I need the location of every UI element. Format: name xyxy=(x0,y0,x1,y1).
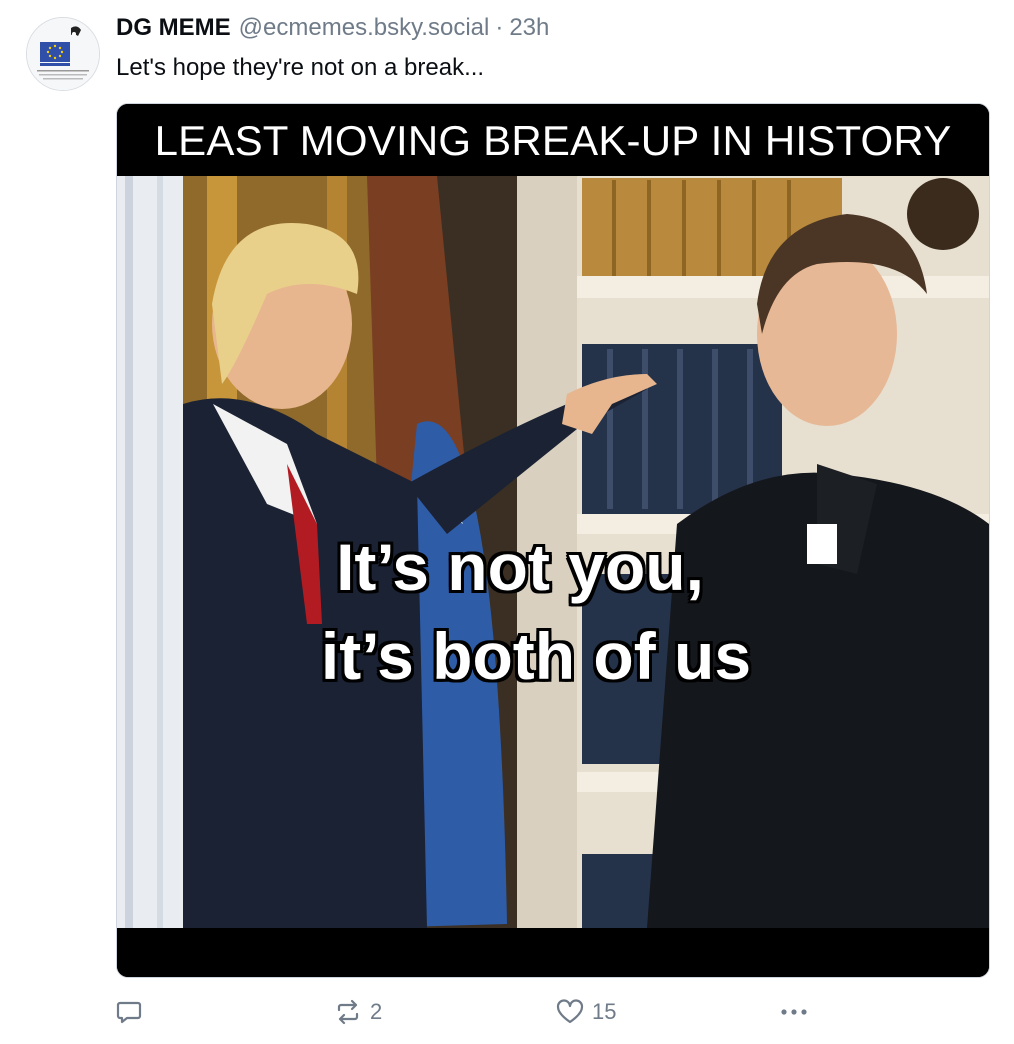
post-item[interactable]: DG MEME @ecmemes.bsky.social · 23h Let's… xyxy=(0,0,1014,1044)
separator-dot: · xyxy=(495,14,504,41)
heart-icon xyxy=(556,999,584,1024)
meme-caption-line1: It’s not you, xyxy=(336,530,704,604)
like-button[interactable]: 15 xyxy=(556,992,616,1032)
more-options-button[interactable] xyxy=(776,992,812,1032)
like-count: 15 xyxy=(592,999,617,1024)
reply-button[interactable] xyxy=(116,992,142,1032)
timestamp[interactable]: 23h xyxy=(509,14,549,42)
more-options-icon xyxy=(781,1009,807,1015)
post-text: Let's hope they're not on a break... xyxy=(116,54,485,81)
post-header: DG MEME @ecmemes.bsky.social · 23h xyxy=(116,14,549,48)
post-actions: 2 15 xyxy=(0,992,1014,1032)
repost-icon xyxy=(337,999,359,1025)
meme-banner-text: LEAST MOVING BREAK-UP IN HISTORY xyxy=(117,104,989,176)
reply-bubble-icon xyxy=(116,1001,142,1024)
display-name[interactable]: DG MEME xyxy=(116,14,231,42)
user-handle[interactable]: @ecmemes.bsky.social xyxy=(239,14,490,42)
meme-caption-line2: it’s both of us xyxy=(320,619,752,693)
avatar[interactable] xyxy=(26,17,100,91)
post-image[interactable]: LEAST MOVING BREAK-UP IN HISTORY It’s no… xyxy=(116,103,990,978)
repost-button[interactable]: 2 xyxy=(334,992,382,1032)
eu-flag-logo-icon xyxy=(27,18,99,90)
repost-count: 2 xyxy=(370,999,383,1024)
